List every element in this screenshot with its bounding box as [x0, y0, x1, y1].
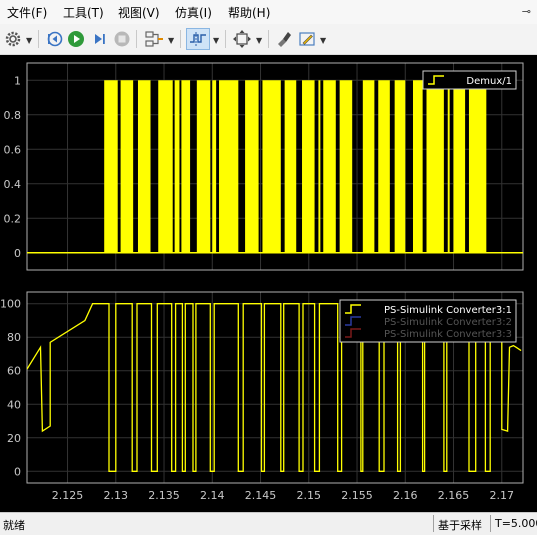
- zoom-dropdown-icon[interactable]: ▼: [256, 36, 262, 45]
- toolbar-separator: [136, 30, 137, 48]
- pulse-bar: [212, 80, 217, 253]
- run-button[interactable]: [66, 28, 86, 50]
- step-forward-button[interactable]: [89, 28, 109, 50]
- trigger-icon: [190, 32, 206, 46]
- trigger-dropdown-icon[interactable]: ▼: [213, 36, 219, 45]
- x-tick-label: 2.145: [245, 489, 277, 502]
- pulse-bar: [468, 80, 487, 253]
- legend[interactable]: Demux/1: [422, 70, 517, 90]
- stop-button[interactable]: [112, 28, 132, 50]
- fit-to-view-icon: [233, 30, 251, 48]
- sim-time-label: T=5.000: [490, 515, 537, 532]
- pulse-bar: [318, 80, 321, 253]
- x-tick-label: 2.155: [341, 489, 373, 502]
- pulse-bar: [302, 80, 315, 253]
- pulse-bar: [412, 80, 423, 253]
- pulse-bar: [104, 80, 118, 253]
- x-tick-label: 2.15: [297, 489, 322, 502]
- status-text: 就绪: [3, 519, 25, 532]
- pulse-bar: [362, 80, 375, 253]
- pulse-bar: [426, 80, 444, 253]
- toolbar-separator: [38, 30, 39, 48]
- pulse-bar: [245, 80, 259, 253]
- play-icon: [68, 31, 84, 47]
- y-tick-label: 80: [7, 331, 21, 344]
- axes-bottom[interactable]: 2.125 2.13 2.135 2.14 2.145 2.15 2.155 2.16 2.16…: [0, 291, 524, 502]
- y-tick-label: 20: [7, 432, 21, 445]
- toolbar: ▼ ▼ ▼ ▼ ▼: [0, 24, 537, 55]
- status-bar: 就绪 基于采样 T=5.000: [0, 512, 537, 535]
- menu-bar: 文件(F) 工具(T) 视图(V) 仿真(I) 帮助(H) ⊸: [0, 0, 537, 24]
- legend-label: PS-Simulink Converter3:2: [384, 317, 512, 328]
- pulse-bar: [219, 80, 239, 253]
- settings-dropdown-icon[interactable]: ▼: [26, 36, 32, 45]
- menu-help[interactable]: 帮助(H): [228, 4, 270, 21]
- y-tick-label: 0.2: [4, 212, 22, 225]
- toolbar-separator: [180, 30, 181, 48]
- toolbar-separator: [268, 30, 269, 48]
- signal-select-icon: [145, 31, 163, 47]
- signal-dropdown-icon[interactable]: ▼: [168, 36, 174, 45]
- x-tick-label: 2.13: [104, 489, 129, 502]
- pulse-bar: [339, 80, 353, 253]
- pin-icon[interactable]: ⊸: [522, 5, 531, 18]
- step-forward-icon: [95, 34, 105, 44]
- toolbar-separator: [225, 30, 226, 48]
- style-button[interactable]: [274, 28, 294, 50]
- menu-tools[interactable]: 工具(T): [63, 4, 104, 21]
- scope-display: 1 0.8 0.6 0.4 0.2 0 Demux/1 2.125 2.13 2.135 2.14…: [0, 55, 537, 512]
- y-tick-label: 100: [0, 298, 21, 311]
- trigger-button[interactable]: [186, 28, 210, 50]
- y-tick-label: 1: [14, 74, 21, 87]
- y-tick-label: 40: [7, 398, 21, 411]
- legend-label: Demux/1: [466, 76, 512, 87]
- x-tick-label: 2.165: [438, 489, 470, 502]
- pulse-bar: [137, 80, 151, 253]
- x-tick-label: 2.14: [200, 489, 225, 502]
- x-tick-label: 2.17: [490, 489, 515, 502]
- y-tick-label: 0.6: [4, 143, 22, 156]
- pencil-icon: [299, 32, 315, 46]
- pulse-bar: [174, 80, 180, 253]
- menu-file[interactable]: 文件(F): [7, 4, 47, 21]
- pulse-bar: [447, 80, 450, 253]
- x-tick-label: 2.135: [148, 489, 180, 502]
- style-icon: [278, 32, 291, 47]
- measurements-button[interactable]: [297, 28, 317, 50]
- gear-icon: [5, 31, 21, 47]
- menu-simulation[interactable]: 仿真(I): [175, 4, 212, 21]
- sample-mode-label: 基于采样: [433, 515, 486, 532]
- legend-label: PS-Simulink Converter3:1: [384, 305, 512, 316]
- y-tick-label: 0: [14, 247, 21, 260]
- measurements-dropdown-icon[interactable]: ▼: [320, 36, 326, 45]
- pulse-bar: [378, 80, 390, 253]
- axes-top[interactable]: 1 0.8 0.6 0.4 0.2 0 Demux/1: [4, 62, 524, 271]
- legend-label: PS-Simulink Converter3:3: [384, 329, 512, 340]
- pulse-bar: [262, 80, 281, 253]
- pulse-bar: [453, 80, 466, 253]
- step-back-icon: [47, 31, 63, 47]
- pulse-bar: [181, 80, 191, 253]
- stop-icon: [114, 31, 130, 47]
- zoom-button[interactable]: [231, 28, 253, 50]
- pulse-bar: [196, 80, 211, 253]
- y-tick-label: 0.8: [4, 109, 22, 122]
- pulse-bar: [158, 80, 173, 253]
- pulse-bar: [323, 80, 336, 253]
- pulse-bar: [284, 80, 297, 253]
- pulse-bar: [120, 80, 134, 253]
- legend[interactable]: PS-Simulink Converter3:1PS-Simulink Conv…: [339, 299, 517, 343]
- pulse-bar: [394, 80, 406, 253]
- signal-selection-button[interactable]: [143, 28, 165, 50]
- y-tick-label: 0.4: [4, 178, 22, 191]
- x-tick-label: 2.125: [52, 489, 84, 502]
- y-tick-label: 0: [14, 465, 21, 478]
- y-tick-label: 60: [7, 365, 21, 378]
- settings-button[interactable]: [3, 28, 23, 50]
- menu-view[interactable]: 视图(V): [118, 4, 160, 21]
- x-tick-label: 2.16: [393, 489, 418, 502]
- step-back-button[interactable]: [44, 28, 64, 50]
